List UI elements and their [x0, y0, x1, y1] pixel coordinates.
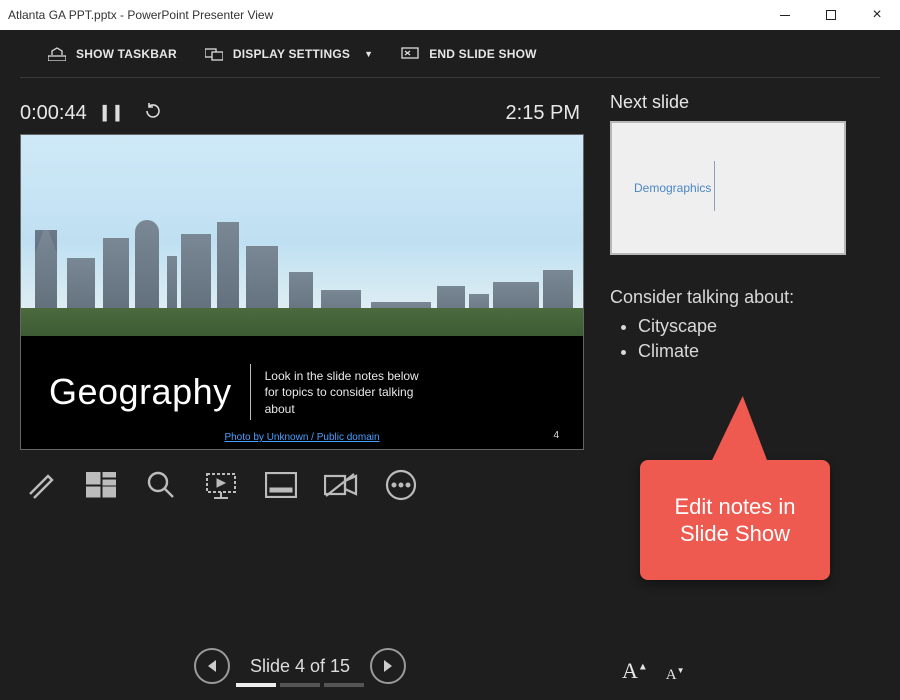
increase-font-button[interactable]: A▲ [622, 658, 648, 684]
main-area: 0:00:44 ▍▍ 2:15 PM [0, 78, 900, 700]
reset-timer-button[interactable] [144, 102, 162, 125]
display-settings-label: DISPLAY SETTINGS [233, 47, 350, 61]
window-title: Atlanta GA PPT.pptx - PowerPoint Present… [8, 8, 273, 22]
pause-timer-button[interactable]: ▍▍ [103, 105, 129, 122]
chevron-down-icon: ▼ [364, 49, 373, 59]
minimize-button[interactable] [762, 0, 808, 30]
next-slide-thumbnail[interactable]: Demographics [610, 121, 846, 255]
see-all-slides-button[interactable] [84, 468, 118, 502]
show-taskbar-button[interactable]: SHOW TASKBAR [48, 47, 177, 61]
notes-item: Climate [638, 339, 880, 364]
notes-item: Cityscape [638, 314, 880, 339]
timer-row: 0:00:44 ▍▍ 2:15 PM [20, 98, 584, 128]
presenter-toolbar: SHOW TASKBAR DISPLAY SETTINGS ▼ END SLID… [20, 30, 880, 78]
callout-text: Edit notes in Slide Show [656, 493, 814, 548]
annotation-callout: Edit notes in Slide Show [640, 460, 830, 580]
current-slide-panel: 0:00:44 ▍▍ 2:15 PM [0, 78, 600, 700]
black-screen-button[interactable] [204, 468, 238, 502]
slide-counter[interactable]: Slide 4 of 15 [250, 656, 350, 677]
slide-progress-bar [236, 683, 364, 687]
presenter-tools [20, 468, 584, 502]
end-slide-show-button[interactable]: END SLIDE SHOW [401, 47, 536, 61]
elapsed-timer: 0:00:44 [20, 102, 87, 125]
zoom-button[interactable] [144, 468, 178, 502]
current-slide[interactable]: Geography Look in the slide notes below … [20, 134, 584, 450]
notes-heading: Consider talking about: [610, 285, 880, 310]
previous-slide-button[interactable] [194, 648, 230, 684]
decrease-font-button[interactable]: A▼ [666, 666, 685, 684]
clock-time: 2:15 PM [506, 102, 580, 125]
slide-subtitle: Look in the slide notes below for topics… [265, 368, 425, 417]
show-taskbar-label: SHOW TASKBAR [76, 47, 177, 61]
next-slide-label: Next slide [610, 92, 880, 113]
title-bar: Atlanta GA PPT.pptx - PowerPoint Present… [0, 0, 900, 30]
display-settings-button[interactable]: DISPLAY SETTINGS ▼ [205, 47, 373, 61]
slide-title: Geography [49, 371, 232, 413]
pen-tool-button[interactable] [24, 468, 58, 502]
maximize-button[interactable] [808, 0, 854, 30]
window-controls: × [762, 0, 900, 30]
end-slide-show-label: END SLIDE SHOW [429, 47, 536, 61]
photo-credit-link[interactable]: Photo by Unknown / Public domain [21, 432, 583, 443]
slide-number: 4 [553, 430, 559, 441]
slide-nav: Slide 4 of 15 [0, 648, 600, 684]
next-slide-title: Demographics [634, 181, 711, 195]
more-options-button[interactable] [384, 468, 418, 502]
notes-font-size-controls: A▲ A▼ [622, 658, 685, 684]
end-show-icon [401, 47, 419, 61]
camera-off-button[interactable] [324, 468, 358, 502]
subtitles-button[interactable] [264, 468, 298, 502]
display-settings-icon [205, 47, 223, 61]
right-panel: Next slide Demographics Consider talking… [600, 78, 900, 700]
speaker-notes[interactable]: Consider talking about: Cityscape Climat… [610, 285, 880, 365]
taskbar-icon [48, 47, 66, 61]
next-slide-button[interactable] [370, 648, 406, 684]
close-button[interactable]: × [854, 0, 900, 30]
